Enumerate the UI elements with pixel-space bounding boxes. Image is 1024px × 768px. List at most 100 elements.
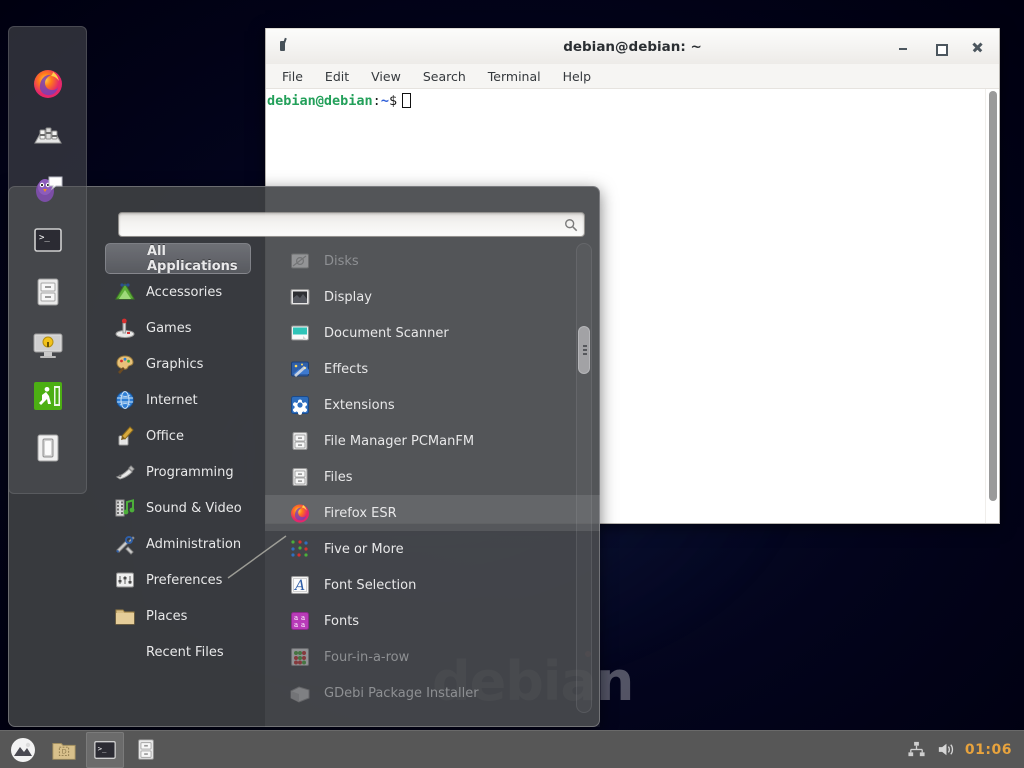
- menu-category-label: Recent Files: [146, 645, 224, 660]
- dock-settings-manager-icon[interactable]: [31, 119, 65, 153]
- app-item-files[interactable]: Files: [265, 459, 600, 495]
- taskbar-launchers: D >_: [0, 732, 165, 768]
- menu-category-games[interactable]: Games: [101, 310, 257, 346]
- fonts-icon: aaaa: [289, 610, 311, 632]
- four-in-a-row-icon: [289, 646, 311, 668]
- terminal-titlebar[interactable]: debian@debian: ~: [266, 28, 999, 64]
- app-item-label: Extensions: [324, 398, 395, 413]
- dock-pidgin-icon[interactable]: [31, 171, 65, 205]
- volume-icon[interactable]: [936, 740, 955, 759]
- menu-category-programming[interactable]: Programming: [101, 454, 257, 490]
- menu-category-label: Graphics: [146, 357, 203, 372]
- app-item-label: Firefox ESR: [324, 506, 397, 521]
- taskbar-terminal-window[interactable]: >_: [86, 732, 124, 768]
- app-item-gdebi-package-installer[interactable]: GDebi Package Installer: [265, 675, 600, 711]
- taskbar-clock[interactable]: 01:06: [965, 742, 1012, 758]
- no-icon: [114, 641, 136, 663]
- app-item-firefox-esr[interactable]: Firefox ESR: [265, 495, 600, 531]
- maximize-button[interactable]: [935, 42, 946, 53]
- app-item-effects[interactable]: Effects: [265, 351, 600, 387]
- app-item-five-or-more[interactable]: Five or More: [265, 531, 600, 567]
- menu-category-all-applications[interactable]: All Applications: [105, 243, 251, 274]
- menu-application-list[interactable]: Disks Display Document Scanner Effects Exten…: [265, 186, 600, 727]
- menu-help[interactable]: Help: [559, 68, 596, 85]
- system-tray: 01:06: [907, 740, 1024, 759]
- extensions-icon: [289, 394, 311, 416]
- app-item-fonts[interactable]: aaaaFonts: [265, 603, 600, 639]
- gdebi-icon: [289, 682, 311, 704]
- terminal-cursor: [402, 93, 411, 108]
- terminal-title: debian@debian: ~: [266, 39, 999, 55]
- dock-terminal-icon[interactable]: >_: [31, 223, 65, 257]
- font-selection-icon: A: [289, 574, 311, 596]
- app-item-extensions[interactable]: Extensions: [265, 387, 600, 423]
- menu-category-administration[interactable]: Administration: [101, 526, 257, 562]
- menu-edit[interactable]: Edit: [321, 68, 353, 85]
- office-icon: [114, 425, 136, 447]
- menu-category-label: Sound & Video: [146, 501, 242, 516]
- menu-category-list: All ApplicationsAccessories Games Graphics…: [101, 186, 257, 670]
- effects-icon: [289, 358, 311, 380]
- terminal-scrollbar-thumb[interactable]: [989, 91, 997, 501]
- games-icon: [114, 317, 136, 339]
- menu-category-recent-files[interactable]: Recent Files: [101, 634, 257, 670]
- menu-terminal[interactable]: Terminal: [484, 68, 545, 85]
- files-icon: [289, 466, 311, 488]
- file-manager-launcher[interactable]: D: [45, 732, 83, 768]
- document-scanner-icon: [289, 322, 311, 344]
- internet-icon: [114, 389, 136, 411]
- dock-file-manager-icon[interactable]: [31, 275, 65, 309]
- menu-category-label: Places: [146, 609, 187, 624]
- dock-log-out-icon[interactable]: [31, 379, 65, 413]
- menu-category-accessories[interactable]: Accessories: [101, 274, 257, 310]
- preferences-icon: [114, 569, 136, 591]
- network-icon[interactable]: [907, 740, 926, 759]
- app-item-label: Five or More: [324, 542, 404, 557]
- taskbar-files-window[interactable]: [127, 732, 165, 768]
- firefox-icon: [289, 502, 311, 524]
- menu-category-internet[interactable]: Internet: [101, 382, 257, 418]
- display-icon: [289, 286, 311, 308]
- svg-text:>_: >_: [98, 743, 107, 752]
- menu-category-label: Internet: [146, 393, 198, 408]
- app-item-label: Document Scanner: [324, 326, 449, 341]
- menu-category-graphics[interactable]: Graphics: [101, 346, 257, 382]
- prompt-colon: :: [373, 93, 381, 109]
- app-item-disks[interactable]: Disks: [265, 243, 600, 279]
- app-item-font-selection[interactable]: AFont Selection: [265, 567, 600, 603]
- places-icon: [114, 605, 136, 627]
- dock-firefox-icon[interactable]: [31, 67, 65, 101]
- applist-scrollbar[interactable]: [576, 243, 592, 713]
- menu-view[interactable]: View: [367, 68, 405, 85]
- window-controls: [898, 29, 983, 65]
- close-button[interactable]: [972, 42, 983, 53]
- menu-category-preferences[interactable]: Preferences: [101, 562, 257, 598]
- menu-category-office[interactable]: Office: [101, 418, 257, 454]
- menu-file[interactable]: File: [278, 68, 307, 85]
- applist-scrollbar-thumb[interactable]: [578, 326, 590, 374]
- file-manager-icon: [289, 430, 311, 452]
- svg-text:>_: >_: [39, 233, 50, 243]
- menu-category-sound-video[interactable]: Sound & Video: [101, 490, 257, 526]
- applications-menu-button[interactable]: [4, 732, 42, 768]
- dock-lock-screen-icon[interactable]: [31, 327, 65, 361]
- app-item-display[interactable]: Display: [265, 279, 600, 315]
- app-item-file-manager-pcmanfm[interactable]: File Manager PCManFM: [265, 423, 600, 459]
- app-item-label: Disks: [324, 254, 359, 269]
- terminal-scrollbar[interactable]: [985, 89, 999, 523]
- terminal-menubar: File Edit View Search Terminal Help: [266, 64, 999, 89]
- menu-category-places[interactable]: Places: [101, 598, 257, 634]
- menu-category-label: Games: [146, 321, 191, 336]
- desktop-screen: debian debian@debian: ~ File Edit View S…: [0, 0, 1024, 768]
- dock-shut-down-icon[interactable]: [31, 431, 65, 465]
- app-item-label: GDebi Package Installer: [324, 686, 479, 701]
- all-applications-icon: [115, 248, 137, 270]
- graphics-icon: [114, 353, 136, 375]
- sound-video-icon: [114, 497, 136, 519]
- taskbar: D >_: [0, 730, 1024, 768]
- programming-icon: [114, 461, 136, 483]
- app-item-document-scanner[interactable]: Document Scanner: [265, 315, 600, 351]
- app-item-four-in-a-row[interactable]: Four-in-a-row: [265, 639, 600, 675]
- minimize-button[interactable]: [898, 42, 909, 53]
- menu-search[interactable]: Search: [419, 68, 470, 85]
